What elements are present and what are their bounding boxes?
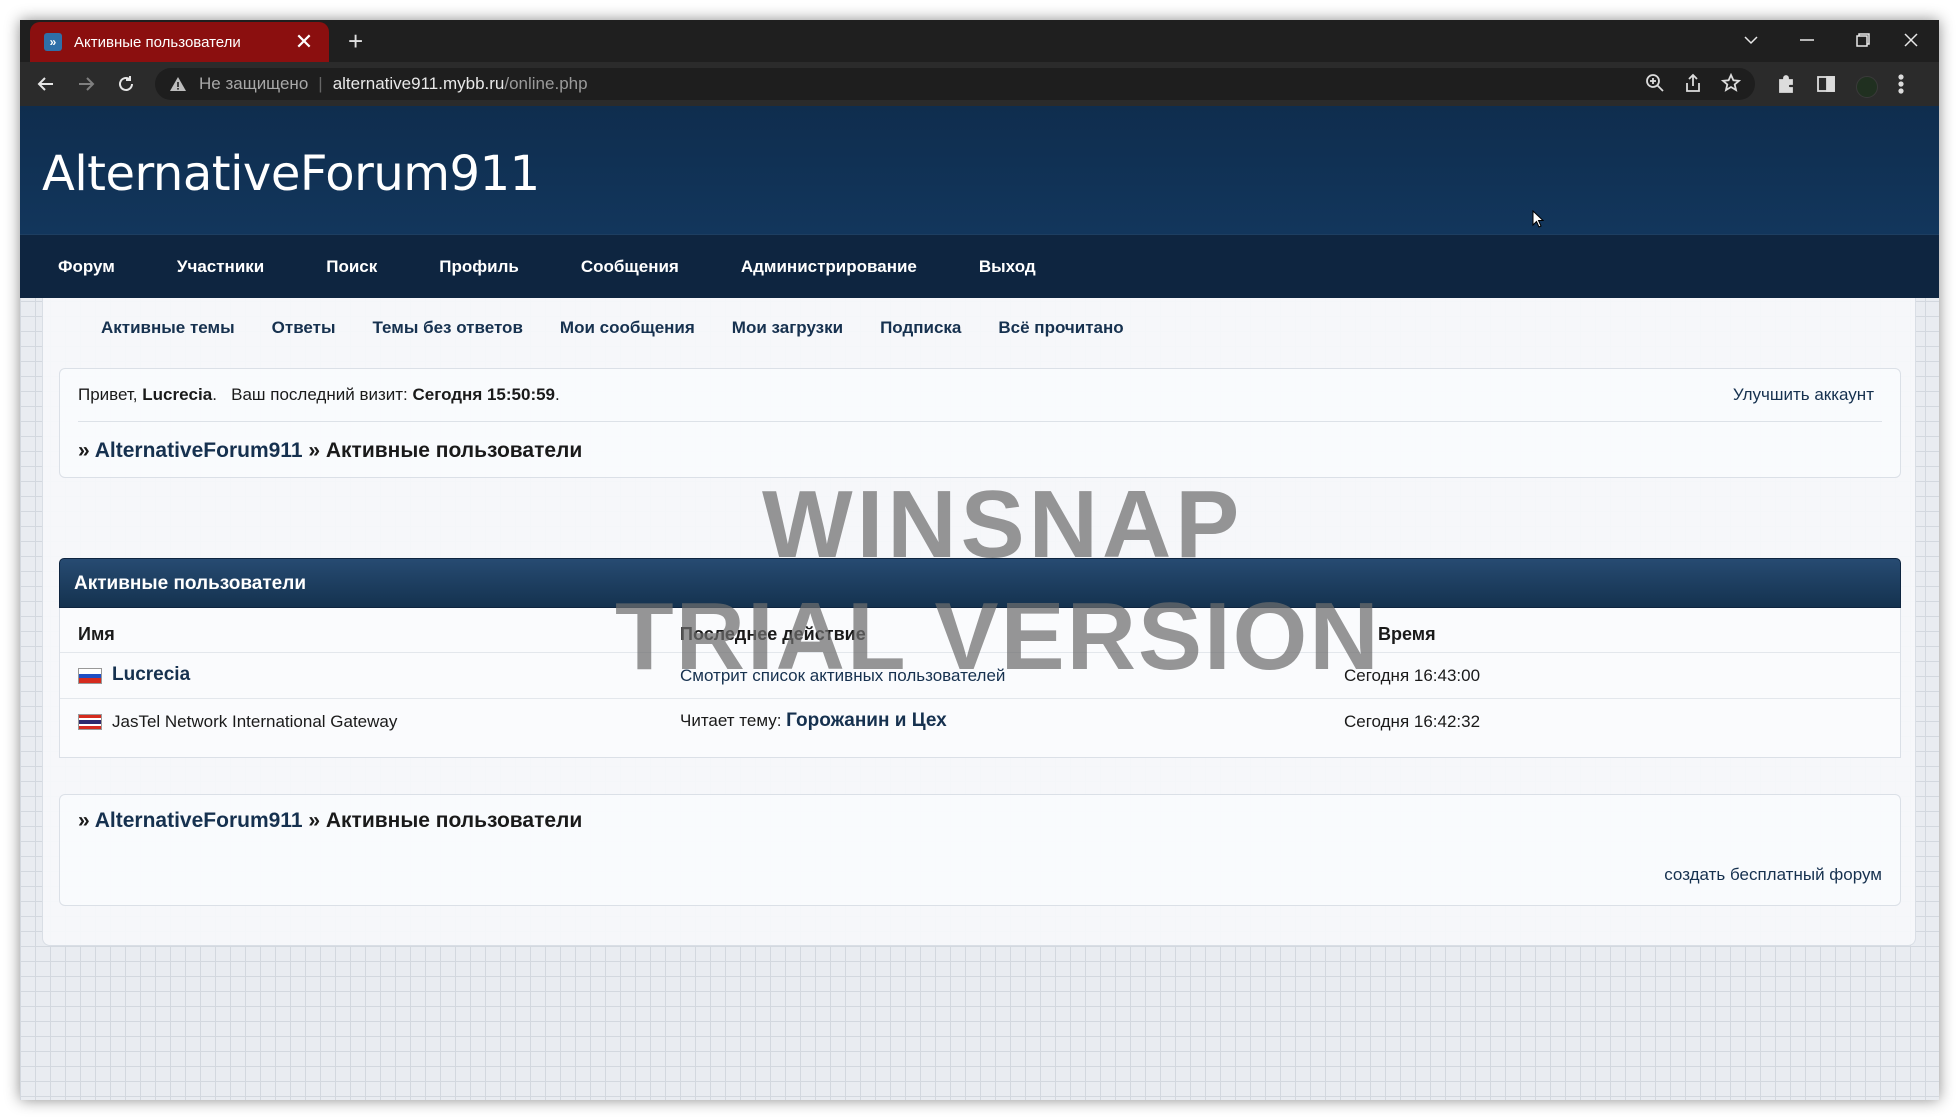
russia-flag-icon [78, 668, 102, 684]
subnav-mark-all-read[interactable]: Всё прочитано [998, 318, 1123, 338]
forum-header: AlternativeForum911 [20, 106, 1939, 234]
header-action: Последнее действие [680, 624, 866, 644]
new-tab-icon[interactable]: + [348, 28, 363, 54]
warning-icon [170, 77, 186, 91]
header-name: Имя [78, 624, 115, 644]
reload-icon[interactable] [114, 72, 138, 96]
divider [78, 421, 1882, 422]
tab-search-icon[interactable] [1723, 20, 1779, 60]
action-prefix: Читает тему: [680, 711, 782, 730]
guest-name: JasTel Network International Gateway [112, 712, 398, 731]
table-row: JasTel Network International Gateway Чит… [60, 698, 1900, 744]
breadcrumb-separator: » [308, 439, 321, 462]
tab-close-icon[interactable]: ✕ [293, 31, 315, 53]
page-content: AlternativeForum911 Форум Участники Поис… [20, 106, 1939, 1100]
nav-profile[interactable]: Профиль [439, 257, 519, 277]
subnav-my-uploads[interactable]: Мои загрузки [732, 318, 843, 338]
tab-strip: » Активные пользователи ✕ + [20, 20, 1939, 62]
breadcrumb-prefix: » [78, 439, 90, 462]
profile-avatar[interactable] [1856, 75, 1878, 98]
breadcrumb: » AlternativeForum911 » Активные пользов… [78, 439, 582, 463]
row-time: Сегодня 16:42:32 [1344, 712, 1481, 731]
extensions-icon[interactable] [1776, 74, 1796, 99]
url-host: alternative911.mybb.ru [332, 74, 505, 93]
back-icon[interactable] [34, 72, 58, 96]
breadcrumb-separator: » [308, 809, 321, 832]
address-bar[interactable]: Не защищено | alternative911.mybb.ru /on… [155, 68, 1755, 100]
create-free-forum-link[interactable]: создать бесплатный форум [1664, 865, 1882, 885]
subnav-my-posts[interactable]: Мои сообщения [560, 318, 695, 338]
footer-breadcrumb: » AlternativeForum911 » Активные пользов… [78, 809, 582, 833]
thailand-flag-icon [78, 714, 102, 730]
nav-logout[interactable]: Выход [979, 257, 1036, 277]
share-icon[interactable] [1683, 73, 1703, 98]
breadcrumb-root[interactable]: AlternativeForum911 [95, 439, 303, 462]
mybb-icon: » [44, 33, 62, 51]
breadcrumb-root[interactable]: AlternativeForum911 [95, 809, 303, 832]
main-nav: Форум Участники Поиск Профиль Сообщения … [20, 234, 1939, 298]
nav-members[interactable]: Участники [177, 257, 264, 277]
greeting: Привет, [78, 385, 138, 404]
nav-forum[interactable]: Форум [58, 257, 115, 277]
browser-toolbar: Не защищено | alternative911.mybb.ru /on… [20, 62, 1939, 106]
mouse-cursor-icon [1532, 210, 1544, 228]
table-header: Имя Последнее действие Время [60, 616, 1900, 652]
topic-link[interactable]: Горожанин и Цех [786, 710, 947, 731]
table-row: Lucrecia Смотрит список активных пользов… [60, 652, 1900, 698]
breadcrumb-prefix: » [78, 809, 90, 832]
welcome-text: Привет, Lucrecia. Ваш последний визит: С… [78, 385, 560, 404]
browser-window: » Активные пользователи ✕ + Не защищено … [20, 20, 1939, 1100]
nav-messages[interactable]: Сообщения [581, 257, 679, 277]
row-time: Сегодня 16:43:00 [1344, 666, 1481, 685]
nav-search[interactable]: Поиск [326, 257, 377, 277]
footer-box: » AlternativeForum911 » Активные пользов… [59, 794, 1901, 906]
zoom-icon[interactable] [1645, 73, 1665, 98]
subnav-replies[interactable]: Ответы [272, 318, 336, 338]
last-visit-label: Ваш последний визит: [231, 385, 408, 404]
subnav-subscriptions[interactable]: Подписка [880, 318, 961, 338]
sub-nav: Активные темы Ответы Темы без ответов Мо… [101, 318, 1161, 338]
forum-logo[interactable]: AlternativeForum911 [42, 146, 540, 202]
bookmark-star-icon[interactable] [1720, 72, 1742, 98]
close-window-icon[interactable] [1883, 20, 1939, 60]
address-separator: | [318, 74, 323, 93]
side-panel-icon[interactable] [1816, 74, 1836, 99]
upgrade-account-link[interactable]: Улучшить аккаунт [1733, 385, 1874, 405]
url-path: /online.php [504, 74, 588, 93]
forward-icon[interactable] [74, 72, 98, 96]
subnav-active-topics[interactable]: Активные темы [101, 318, 235, 338]
breadcrumb-current: Активные пользователи [325, 809, 583, 832]
active-tab[interactable]: » Активные пользователи ✕ [30, 22, 329, 62]
welcome-box: Привет, Lucrecia. Ваш последний визит: С… [59, 368, 1901, 478]
breadcrumb-current: Активные пользователи [325, 439, 583, 462]
forum-container: Активные темы Ответы Темы без ответов Мо… [42, 298, 1916, 946]
welcome-username: Lucrecia [142, 385, 213, 404]
header-time: Время [1378, 624, 1436, 644]
nav-administration[interactable]: Администрирование [741, 257, 917, 277]
online-users-title: Активные пользователи [59, 558, 1901, 608]
online-users-table: Имя Последнее действие Время Lucrecia См… [59, 608, 1901, 758]
subnav-unanswered[interactable]: Темы без ответов [373, 318, 523, 338]
security-label: Не защищено [199, 74, 309, 93]
minimize-icon[interactable] [1779, 20, 1835, 60]
last-visit-value: Сегодня 15:50:59 [412, 385, 556, 404]
action-link[interactable]: Смотрит список активных пользователей [680, 666, 1005, 685]
user-link-lucrecia[interactable]: Lucrecia [112, 664, 190, 685]
tab-title: Активные пользователи [74, 33, 241, 51]
menu-kebab-icon[interactable] [1898, 74, 1904, 99]
